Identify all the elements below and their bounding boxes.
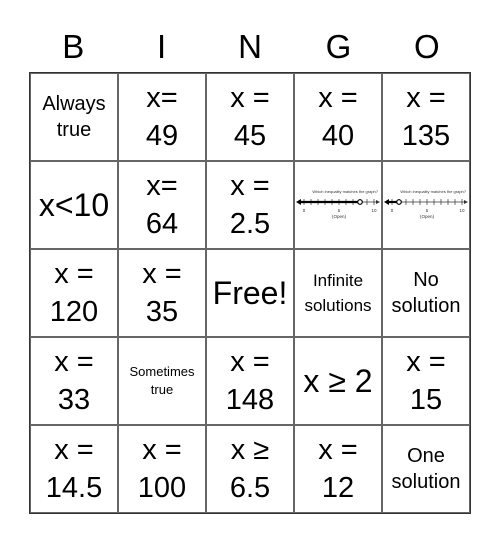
number-line-tick-label: 0	[391, 208, 394, 213]
number-line-arrow	[384, 199, 389, 205]
number-line-tick-label: 0	[303, 208, 306, 213]
bingo-cell[interactable]: x ≥ 2	[294, 337, 382, 425]
number-line-image: Which inequality matches the graph? 0 5 10 (…	[296, 185, 380, 225]
bingo-cell[interactable]: x = 120	[30, 249, 118, 337]
cell-text: x = 33	[54, 346, 94, 416]
number-line-caption: Which inequality matches the graph?	[400, 189, 466, 194]
number-line-arrow-right	[464, 200, 468, 204]
bingo-cell[interactable]: Which inequality matches the graph? 0 5 10 (…	[382, 161, 470, 249]
cell-text: x = 100	[137, 434, 187, 504]
bingo-cell[interactable]: x ≥ 6.5	[206, 425, 294, 513]
number-line-circle	[357, 199, 363, 205]
cell-text: Free!	[212, 275, 288, 311]
cell-text: x<10	[38, 187, 110, 223]
bingo-cell[interactable]: x = 15	[382, 337, 470, 425]
bingo-cell[interactable]: Which inequality matches the graph? 0 5 10 (…	[294, 161, 382, 249]
bingo-cell[interactable]: x = 33	[30, 337, 118, 425]
cell-text: x = 135	[401, 82, 451, 152]
bingo-cell[interactable]: x = 45	[206, 73, 294, 161]
header-letter-i: I	[157, 28, 167, 65]
cell-text: Always true	[42, 93, 106, 141]
number-line-tick-label: 10	[371, 208, 377, 213]
number-line-label: (Open)	[332, 214, 347, 219]
bingo-cell[interactable]: No solution	[382, 249, 470, 337]
bingo-cell[interactable]: x<10	[30, 161, 118, 249]
number-line-arrow	[296, 199, 301, 205]
bingo-cell[interactable]: x= 64	[118, 161, 206, 249]
bingo-cell[interactable]: x = 2.5	[206, 161, 294, 249]
number-line-caption: Which inequality matches the graph?	[312, 189, 378, 194]
number-line-tick-label: 10	[459, 208, 465, 213]
bingo-cell[interactable]: x = 148	[206, 337, 294, 425]
cell-text: x= 64	[145, 170, 179, 240]
cell-text: x ≥ 6.5	[229, 434, 271, 504]
bingo-cell[interactable]: x = 135	[382, 73, 470, 161]
number-line-tick-label: 5	[426, 208, 429, 213]
bingo-cell[interactable]: x = 100	[118, 425, 206, 513]
bingo-cell[interactable]: x = 14.5	[30, 425, 118, 513]
header-letter-g: G	[325, 28, 352, 65]
cell-text: x = 14.5	[45, 434, 103, 504]
number-line-tick-label: 5	[338, 208, 341, 213]
cell-text: x = 35	[142, 258, 182, 328]
bingo-grid: Always true x= 49 x = 45 x = 40 x = 135 x<10 x…	[29, 72, 471, 514]
bingo-cell[interactable]: x= 49	[118, 73, 206, 161]
cell-text: x = 148	[225, 346, 275, 416]
bingo-cell[interactable]: Infinite solutions	[294, 249, 382, 337]
cell-text: No solution	[391, 269, 461, 317]
cell-text: x ≥ 2	[303, 363, 373, 399]
bingo-cell[interactable]: Always true	[30, 73, 118, 161]
cell-text: Infinite solutions	[304, 271, 372, 315]
cell-text: x = 120	[49, 258, 99, 328]
header-letter-o: O	[413, 28, 440, 65]
bingo-cell[interactable]: x = 35	[118, 249, 206, 337]
bingo-cell[interactable]: x = 12	[294, 425, 382, 513]
cell-text: x = 40	[318, 82, 358, 152]
number-line-arrow-right	[376, 200, 380, 204]
cell-text: x = 15	[406, 346, 446, 416]
cell-text: x = 45	[230, 82, 270, 152]
number-line-label: (Open)	[420, 214, 435, 219]
cell-text: x = 2.5	[229, 170, 271, 240]
cell-text: x = 12	[318, 434, 358, 504]
cell-text: Sometimes true	[129, 364, 195, 397]
cell-text: One solution	[391, 445, 461, 493]
bingo-cell[interactable]: x = 40	[294, 73, 382, 161]
bingo-cell[interactable]: One solution	[382, 425, 470, 513]
header-letter-n: N	[238, 28, 262, 65]
cell-text: x= 49	[145, 82, 179, 152]
number-line-circle	[396, 199, 402, 205]
number-line-image: Which inequality matches the graph? 0 5 10 (…	[384, 185, 468, 225]
bingo-header: B I N G O	[29, 22, 471, 72]
bingo-cell[interactable]: Sometimes true	[118, 337, 206, 425]
header-letter-b: B	[62, 28, 85, 65]
bingo-cell[interactable]: Free!	[206, 249, 294, 337]
